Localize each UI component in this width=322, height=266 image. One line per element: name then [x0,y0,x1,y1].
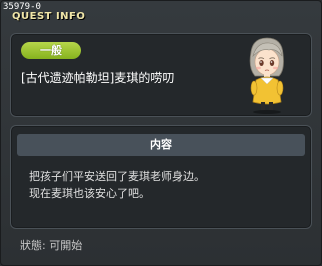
quest-info-window: 35979-0 QUEST INFO 一般 [古代遗迹帕勒坦]麦琪的唠叨 内容 … [0,0,322,266]
quest-content-panel: 内容 把孩子们平安送回了麦琪老师身边。 现在麦琪也该安心了吧。 [10,125,312,229]
quest-status: 狀態: 可開始 [20,239,83,252]
npc-portrait-icon [249,37,284,114]
content-section-header: 内容 [17,134,305,156]
quest-description-line: 现在麦琪也该安心了吧。 [29,187,150,200]
window-title: QUEST INFO [12,11,86,22]
quest-category-badge: 一般 [21,42,81,59]
quest-name: [古代遗迹帕勒坦]麦琪的唠叨 [21,71,175,85]
quest-header-panel: 一般 [古代遗迹帕勒坦]麦琪的唠叨 [10,33,312,117]
quest-description-line: 把孩子们平安送回了麦琪老师身边。 [29,170,205,183]
